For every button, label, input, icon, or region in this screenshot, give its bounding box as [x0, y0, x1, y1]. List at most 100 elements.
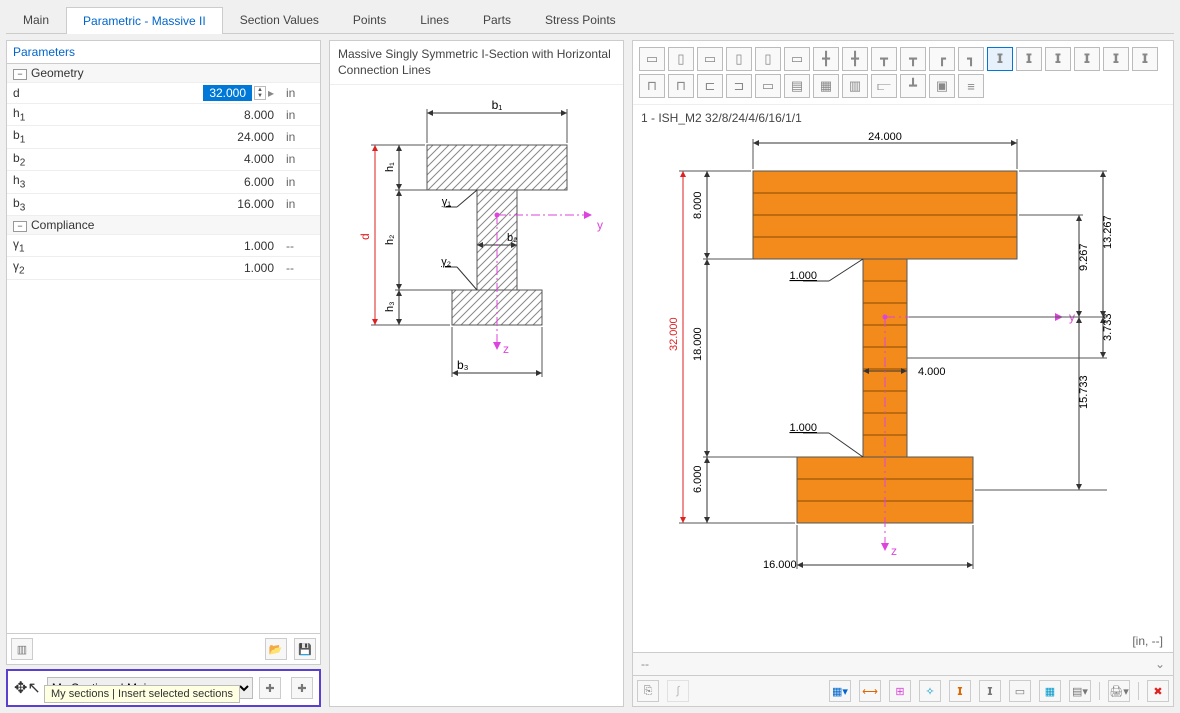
values-icon[interactable]: ▦▾ [829, 680, 851, 702]
insert-section-icon[interactable]: ✚ [291, 677, 313, 699]
shape-option-18[interactable]: ⊓ [639, 74, 665, 98]
shape-option-29[interactable]: ≡ [958, 74, 984, 98]
units-label: [in, --] [633, 630, 1173, 652]
shape-option-6[interactable]: ╋ [813, 47, 839, 71]
tab-lines[interactable]: Lines [403, 6, 466, 33]
group-geometry[interactable]: −Geometry [7, 64, 320, 83]
tab-section-values[interactable]: Section Values [223, 6, 336, 33]
save-icon[interactable]: 💾 [294, 638, 316, 660]
shape-option-13[interactable]: 𝗜 [1016, 47, 1042, 71]
dim-h1: 8.000 [692, 191, 704, 219]
tab-stress-points[interactable]: Stress Points [528, 6, 633, 33]
library-icon[interactable]: ▥ [11, 638, 33, 660]
label-y: y [597, 218, 603, 232]
principal-icon[interactable]: ✧ [919, 680, 941, 702]
shape-option-7[interactable]: ╋ [842, 47, 868, 71]
dim-cz2: 15.733 [1078, 375, 1090, 409]
tab-points[interactable]: Points [336, 6, 403, 33]
shape-option-12[interactable]: 𝗜 [987, 47, 1013, 71]
spin-down-icon[interactable]: ▼ [255, 93, 265, 99]
parameters-title: Parameters [7, 41, 320, 64]
section-grey-icon[interactable]: 𝗜 [979, 680, 1001, 702]
param-row[interactable]: b24.000in [7, 148, 320, 170]
shape-option-14[interactable]: 𝗜 [1045, 47, 1071, 71]
shape-option-26[interactable]: ⫍ [871, 74, 897, 98]
tab-parts[interactable]: Parts [466, 6, 528, 33]
dim-b1: 24.000 [868, 131, 902, 143]
label-h2: h₂ [384, 235, 396, 245]
dims-on-icon[interactable]: ⟷ [859, 680, 881, 702]
preview-toolbar: ⎘ ∫ ▦▾ ⟷ ⊞ ✧ 𝗜 𝗜 ▭ ▦ ▤▾ 🖨▾ ✖ [633, 675, 1173, 706]
param-row[interactable]: h36.000in [7, 171, 320, 193]
shape-option-3[interactable]: ▯ [726, 47, 752, 71]
shape-option-16[interactable]: 𝗜 [1103, 47, 1129, 71]
axis-z: z [891, 544, 897, 558]
shape-option-24[interactable]: ▦ [813, 74, 839, 98]
shape-option-2[interactable]: ▭ [697, 47, 723, 71]
param-row[interactable]: γ11.000-- [7, 234, 320, 256]
shape-option-27[interactable]: ┻ [900, 74, 926, 98]
shape-option-23[interactable]: ▤ [784, 74, 810, 98]
shape-option-20[interactable]: ⊏ [697, 74, 723, 98]
parameters-panel: Parameters −Geometryd32.000▲▼▸inh18.000i… [6, 40, 321, 665]
reset-icon[interactable]: ✖ [1147, 680, 1169, 702]
param-row[interactable]: γ21.000-- [7, 257, 320, 279]
label-b3: b₃ [457, 358, 469, 372]
shape-option-5[interactable]: ▭ [784, 47, 810, 71]
shape-gallery: ▭▯▭▯▯▭╋╋┳┳┏┓𝗜𝗜𝗜𝗜𝗜𝗜⊓⊓⊏⊐▭▤▦▥⫍┻▣≡ [633, 41, 1173, 105]
shape-option-19[interactable]: ⊓ [668, 74, 694, 98]
left-toolbar: ▥ 📂 💾 [7, 633, 320, 664]
preview-canvas: 24.000 4.000 16.000 32.000 [633, 131, 1173, 630]
param-row[interactable]: d32.000▲▼▸in [7, 83, 320, 104]
tab-parametric-massive-ii[interactable]: Parametric - Massive II [66, 7, 223, 34]
schematic-canvas: b₁ b₂ b₃ d h₁ [330, 85, 623, 706]
dim-g2: 1.000 [789, 422, 817, 434]
collapse-icon[interactable]: − [13, 69, 27, 80]
tooltip: My sections | Insert selected sections [44, 685, 240, 703]
integral-icon[interactable]: ∫ [667, 680, 689, 702]
copy-icon[interactable]: ⎘ [637, 680, 659, 702]
shape-option-25[interactable]: ▥ [842, 74, 868, 98]
cursor-icon: ✥↖ [14, 678, 41, 698]
shape-option-15[interactable]: 𝗜 [1074, 47, 1100, 71]
param-row[interactable]: b316.000in [7, 193, 320, 215]
shape-option-11[interactable]: ┓ [958, 47, 984, 71]
label-g2: γ₂ [441, 256, 451, 268]
group-compliance[interactable]: −Compliance [7, 215, 320, 234]
label-h1: h₁ [384, 162, 396, 172]
dim-h3: 6.000 [692, 465, 704, 493]
open-icon[interactable]: 📂 [265, 638, 287, 660]
tab-main[interactable]: Main [6, 6, 66, 33]
new-section-icon[interactable]: ✚ [259, 677, 281, 699]
shape-option-21[interactable]: ⊐ [726, 74, 752, 98]
label-h3: h₃ [384, 302, 396, 313]
shape-option-22[interactable]: ▭ [755, 74, 781, 98]
shape-option-9[interactable]: ┳ [900, 47, 926, 71]
shape-option-4[interactable]: ▯ [755, 47, 781, 71]
shape-option-8[interactable]: ┳ [871, 47, 897, 71]
shape-option-17[interactable]: 𝗜 [1132, 47, 1158, 71]
hatching-icon[interactable]: ▭ [1009, 680, 1031, 702]
dim-d: 32.000 [668, 317, 680, 351]
shape-option-10[interactable]: ┏ [929, 47, 955, 71]
section-icon[interactable]: 𝗜 [949, 680, 971, 702]
dim-cy: 9.267 [1078, 243, 1090, 271]
shape-option-1[interactable]: ▯ [668, 47, 694, 71]
status-dropdown[interactable]: --⌄ [633, 652, 1173, 675]
grid-icon[interactable]: ▦ [1039, 680, 1061, 702]
param-row[interactable]: h18.000in [7, 104, 320, 126]
label-b1: b₁ [491, 98, 502, 112]
shape-option-0[interactable]: ▭ [639, 47, 665, 71]
shape-option-28[interactable]: ▣ [929, 74, 955, 98]
more-icon[interactable]: ▸ [268, 86, 274, 100]
label-b2: b₂ [507, 232, 517, 244]
param-row[interactable]: b124.000in [7, 126, 320, 148]
axes-icon[interactable]: ⊞ [889, 680, 911, 702]
separator [1138, 682, 1139, 700]
dim-h2: 18.000 [692, 327, 704, 361]
collapse-icon[interactable]: − [13, 221, 27, 232]
dim-b3: 16.000 [763, 559, 797, 571]
schematic-panel: Massive Singly Symmetric I-Section with … [329, 40, 624, 707]
layers-icon[interactable]: ▤▾ [1069, 680, 1091, 702]
print-icon[interactable]: 🖨▾ [1108, 680, 1130, 702]
